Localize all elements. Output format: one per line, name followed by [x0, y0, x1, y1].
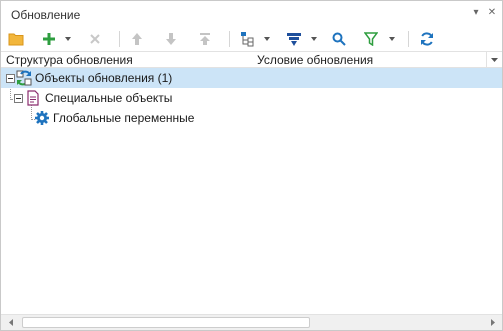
- add-button[interactable]: [39, 29, 59, 49]
- open-folder-icon: [8, 33, 24, 46]
- move-down-icon: [166, 33, 176, 45]
- chevron-down-icon: [65, 37, 71, 41]
- chevron-down-icon: [311, 37, 317, 41]
- move-top-button[interactable]: [195, 29, 215, 49]
- add-icon: [43, 33, 55, 45]
- toolbar: [1, 27, 502, 51]
- scroll-right-button[interactable]: [485, 315, 501, 330]
- sort-button[interactable]: [284, 29, 304, 49]
- column-header-row: Структура обновления Условие обновления: [1, 51, 502, 68]
- move-up-button[interactable]: [127, 29, 147, 49]
- tree-item-label: Глобальные переменные: [53, 111, 195, 125]
- chevron-down-icon: [389, 37, 395, 41]
- sort-dropdown-button[interactable]: [310, 35, 318, 43]
- move-up-icon: [132, 33, 142, 45]
- update-structure-tree: Объекты обновления (1) Специальные объек…: [1, 68, 502, 313]
- move-down-button[interactable]: [161, 29, 181, 49]
- collapse-toggle[interactable]: [6, 74, 15, 83]
- refresh-button[interactable]: [417, 29, 437, 49]
- tree-item-global-variables[interactable]: Глобальные переменные: [1, 108, 502, 128]
- filter-button[interactable]: [361, 29, 381, 49]
- panel-menu-arrow-icon[interactable]: ▾: [469, 5, 483, 21]
- gear-icon: [35, 111, 49, 125]
- tree-item-update-objects[interactable]: Объекты обновления (1): [1, 68, 502, 88]
- scroll-left-button[interactable]: [3, 315, 19, 330]
- close-icon[interactable]: ✕: [485, 5, 499, 21]
- toolbar-separator: [408, 31, 409, 47]
- sort-icon: [287, 33, 301, 46]
- panel-titlebar: Обновление ▾ ✕: [1, 1, 502, 27]
- update-panel: Обновление ▾ ✕ Структура обновления Усло…: [0, 0, 503, 331]
- delete-icon: [90, 34, 100, 44]
- filter-dropdown-button[interactable]: [388, 35, 396, 43]
- column-header-structure[interactable]: Структура обновления: [6, 53, 133, 67]
- refresh-icon: [421, 32, 433, 46]
- panel-title: Обновление: [11, 8, 81, 22]
- search-icon: [332, 32, 346, 46]
- chevron-right-icon: [491, 319, 495, 326]
- column-chooser-button[interactable]: [486, 52, 502, 67]
- search-button[interactable]: [329, 29, 349, 49]
- add-dropdown-button[interactable]: [64, 35, 72, 43]
- toolbar-separator: [119, 31, 120, 47]
- filter-icon: [364, 32, 378, 46]
- horizontal-scrollbar[interactable]: [1, 314, 502, 330]
- chevron-left-icon: [9, 319, 13, 326]
- chevron-down-icon: [491, 57, 498, 62]
- tree-structure-dropdown-button[interactable]: [263, 35, 271, 43]
- tree-structure-button[interactable]: [237, 29, 257, 49]
- collapse-toggle[interactable]: [14, 94, 23, 103]
- update-objects-icon: [16, 70, 32, 86]
- tree-item-label: Объекты обновления (1): [35, 71, 173, 85]
- toolbar-separator: [229, 31, 230, 47]
- chevron-down-icon: [264, 37, 270, 41]
- tree-item-special-objects[interactable]: Специальные объекты: [1, 88, 502, 108]
- open-button[interactable]: [6, 29, 26, 49]
- move-top-icon: [200, 33, 210, 45]
- document-icon: [27, 90, 39, 106]
- scrollbar-thumb[interactable]: [22, 317, 310, 328]
- tree-item-label: Специальные объекты: [45, 91, 173, 105]
- delete-button[interactable]: [85, 29, 105, 49]
- column-header-condition[interactable]: Условие обновления: [257, 53, 373, 67]
- tree-structure-icon: [241, 32, 254, 47]
